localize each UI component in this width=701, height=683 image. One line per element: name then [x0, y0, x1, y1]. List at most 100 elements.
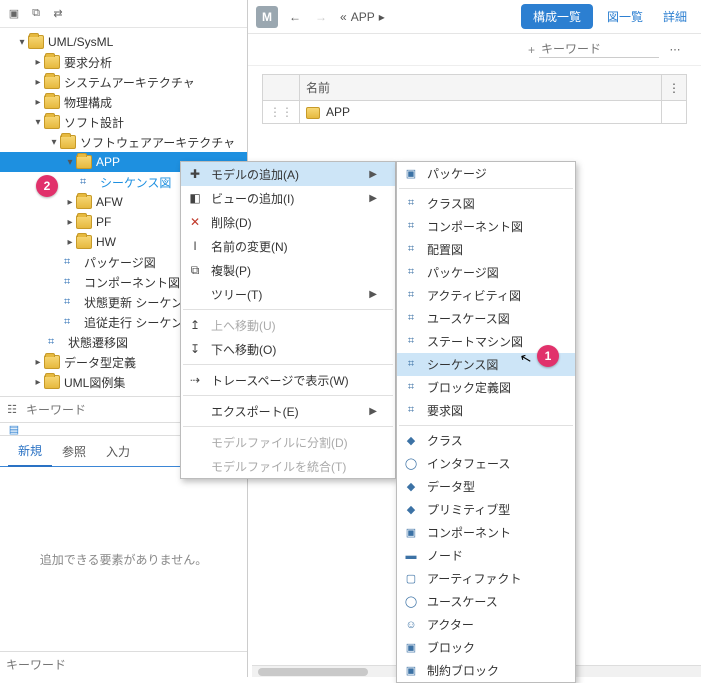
sub-deployment-diagram[interactable]: ⌗配置図: [397, 238, 575, 261]
ctx-merge: モデルファイルを統合(T): [181, 454, 395, 478]
tab-ref[interactable]: 参照: [52, 437, 96, 466]
tree-item[interactable]: ▸システムアーキテクチャ: [0, 72, 247, 92]
sub-component-diagram[interactable]: ⌗コンポーネント図: [397, 215, 575, 238]
ctx-duplicate[interactable]: ⧉ 複製(P): [181, 258, 395, 282]
ctx-move-down[interactable]: ↧ 下へ移動(O): [181, 337, 395, 361]
lower-keyword-input[interactable]: [4, 657, 243, 673]
label: クラス: [427, 432, 463, 449]
m-badge: M: [256, 6, 278, 28]
ctx-add-view[interactable]: ◧ ビューの追加(I) ▶: [181, 186, 395, 210]
diagram-icon: ⌗: [403, 197, 419, 210]
sub-requirement-diagram[interactable]: ⌗要求図: [397, 399, 575, 422]
label: AFW: [96, 195, 123, 209]
nav-forward[interactable]: →: [312, 10, 330, 24]
label: 状態遷移図: [68, 334, 128, 351]
sub-block[interactable]: ▣ブロック: [397, 636, 575, 659]
data-table[interactable]: 名前 ⋮ ⋮⋮ APP: [262, 74, 687, 124]
toolbar-icon-3[interactable]: ⇄: [50, 6, 66, 22]
col-menu[interactable]: ⋮: [662, 75, 687, 101]
annotation-badge-1: 1: [537, 345, 559, 367]
ctx-add-model[interactable]: ✚ モデルの追加(A) ▶: [181, 162, 395, 186]
lower-empty: 追加できる要素がありません。: [0, 467, 247, 651]
sub-constraint-block[interactable]: ▣ 制約ブロック: [397, 659, 575, 682]
sub-component[interactable]: ▣コンポーネント: [397, 521, 575, 544]
diagram-icon: ⌗: [64, 256, 80, 269]
sub-interface[interactable]: ◯インタフェース: [397, 452, 575, 475]
label: クラス図: [427, 195, 475, 212]
ctx-tree[interactable]: ツリー(T) ▶: [181, 282, 395, 306]
drag-handle[interactable]: ⋮⋮: [263, 101, 300, 124]
label: シーケンス図: [100, 174, 171, 191]
label: パッケージ図: [84, 254, 156, 271]
sub-activity-diagram[interactable]: ⌗アクティビティ図: [397, 284, 575, 307]
label: 複製(P): [211, 262, 251, 279]
toolbar-icon-1[interactable]: ▣: [6, 6, 22, 22]
ctx-trace[interactable]: ⇢ トレースページで表示(W): [181, 368, 395, 392]
sub-datatype[interactable]: ◆データ型: [397, 475, 575, 498]
right-keyword-input[interactable]: [539, 41, 659, 58]
diagram-icon: ⌗: [403, 289, 419, 302]
label: コンポーネント図: [84, 274, 180, 291]
label: モデルファイルを統合(T): [211, 458, 346, 475]
sub-node[interactable]: ▬ノード: [397, 544, 575, 567]
tree-item[interactable]: ▸要求分析: [0, 52, 247, 72]
label: アーティファクト: [427, 570, 522, 587]
add-view-icon: ◧: [187, 191, 203, 205]
tree-root[interactable]: ▾ UML/SysML: [0, 32, 247, 52]
table-row[interactable]: ⋮⋮ APP: [263, 101, 687, 124]
nav-back[interactable]: ←: [286, 10, 304, 24]
label: エクスポート(E): [211, 403, 299, 420]
tree-item[interactable]: ▾ソフト設計: [0, 112, 247, 132]
link-diagrams[interactable]: 図一覧: [601, 8, 649, 25]
search-settings-icon[interactable]: ⋯: [667, 42, 683, 58]
lower-keyword[interactable]: [0, 651, 247, 677]
sub-actor[interactable]: ☺アクター: [397, 613, 575, 636]
scrollbar-thumb[interactable]: [258, 668, 368, 676]
toolbar-icon-2[interactable]: ⧉: [28, 6, 44, 22]
duplicate-icon: ⧉: [187, 263, 203, 278]
row-label: APP: [326, 105, 350, 119]
label: システムアーキテクチャ: [64, 74, 195, 91]
label: 要求図: [427, 402, 463, 419]
sub-usecase-diagram[interactable]: ⌗ユースケース図: [397, 307, 575, 330]
breadcrumb[interactable]: « APP ▸: [338, 10, 513, 24]
sub-artifact[interactable]: ▢アーティファクト: [397, 567, 575, 590]
tree-toolbar: ▣ ⧉ ⇄: [0, 0, 247, 28]
constraint-block-icon: ▣: [403, 664, 419, 677]
link-detail[interactable]: 詳細: [657, 8, 693, 25]
sub-class[interactable]: ◆クラス: [397, 429, 575, 452]
submenu-add-model[interactable]: ▣パッケージ ⌗クラス図 ⌗コンポーネント図 ⌗配置図 ⌗パッケージ図 ⌗アクテ…: [396, 161, 576, 683]
label: 上へ移動(U): [211, 317, 276, 334]
tab-new[interactable]: 新規: [8, 436, 52, 467]
sub-blockdef-diagram[interactable]: ⌗ブロック定義図: [397, 376, 575, 399]
btn-structure-list[interactable]: 構成一覧: [521, 4, 593, 29]
label: ビューの追加(I): [211, 190, 294, 207]
diagram-icon: ⌗: [403, 358, 419, 371]
sub-package-diagram[interactable]: ⌗パッケージ図: [397, 261, 575, 284]
tree-item[interactable]: ▸物理構成: [0, 92, 247, 112]
col-name[interactable]: 名前: [300, 75, 662, 101]
context-menu[interactable]: ✚ モデルの追加(A) ▶ ◧ ビューの追加(I) ▶ ✕ 削除(D) I 名前…: [180, 161, 396, 479]
label: アクター: [427, 616, 474, 633]
ctx-export[interactable]: エクスポート(E) ▶: [181, 399, 395, 423]
sequence-icon: ⌗: [80, 176, 96, 189]
right-toolbar: M ← → « APP ▸ 構成一覧 図一覧 詳細: [248, 0, 701, 34]
label: 制約ブロック: [427, 662, 499, 679]
diagram-icon: ⌗: [64, 316, 80, 329]
sub-usecase[interactable]: ◯ユースケース: [397, 590, 575, 613]
sub-package[interactable]: ▣パッケージ: [397, 162, 575, 185]
label: 配置図: [427, 241, 463, 258]
label: ブロック: [427, 639, 475, 656]
diagram-icon: ⌗: [403, 381, 419, 394]
tab-input[interactable]: 入力: [96, 437, 140, 466]
interface-icon: ◯: [403, 457, 419, 470]
add-keyword-icon[interactable]: +: [528, 43, 535, 57]
ctx-rename[interactable]: I 名前の変更(N): [181, 234, 395, 258]
label: ツリー(T): [211, 286, 262, 303]
ctx-move-up: ↥ 上へ移動(U): [181, 313, 395, 337]
sub-class-diagram[interactable]: ⌗ クラス図: [397, 192, 575, 215]
empty-label: 追加できる要素がありません。: [40, 551, 207, 568]
sub-primitive[interactable]: ◆プリミティブ型: [397, 498, 575, 521]
ctx-delete[interactable]: ✕ 削除(D): [181, 210, 395, 234]
tree-item[interactable]: ▾ソフトウェアアーキテクチャ: [0, 132, 247, 152]
